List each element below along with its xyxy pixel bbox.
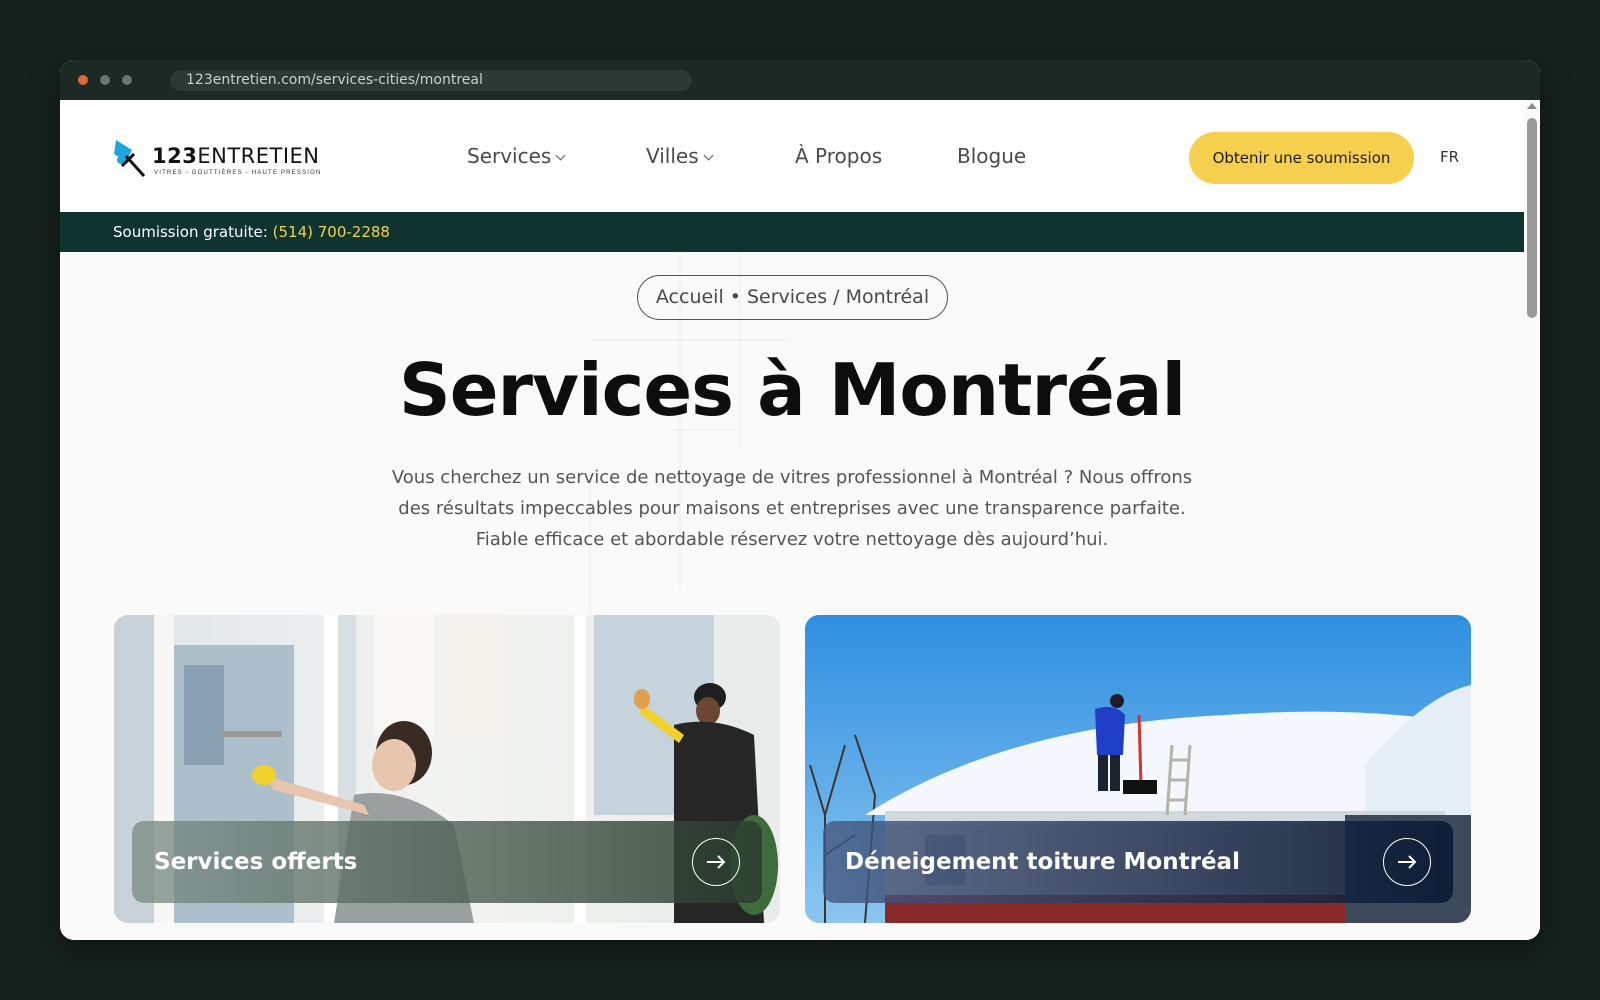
card-caption-bar: Services offerts [132, 821, 762, 903]
page-viewport: 123ENTRETIEN VITRES - GOUTTIÈRES - HAUTE… [60, 100, 1540, 940]
arrow-right-icon [707, 855, 726, 869]
nav-services[interactable]: Services [467, 144, 566, 168]
free-quote-label: Soumission gratuite: [113, 223, 268, 241]
free-quote-bar: Soumission gratuite: (514) 700-2288 [60, 212, 1524, 252]
site-header: 123ENTRETIEN VITRES - GOUTTIÈRES - HAUTE… [60, 100, 1524, 212]
card-arrow-button[interactable] [1383, 838, 1431, 886]
chevron-down-icon [555, 150, 566, 161]
address-bar[interactable]: 123entretien.com/services-cities/montrea… [170, 70, 692, 91]
card-deneigement-toiture[interactable]: Déneigement toiture Montréal [805, 615, 1471, 923]
site-logo[interactable]: 123ENTRETIEN VITRES - GOUTTIÈRES - HAUTE… [112, 138, 320, 182]
card-services-offerts[interactable]: Services offerts [114, 615, 780, 923]
scroll-up-arrow-icon[interactable] [1527, 103, 1537, 109]
minimize-window-button[interactable] [100, 75, 110, 85]
card-caption-bar: Déneigement toiture Montréal [823, 821, 1453, 903]
breadcrumb-services[interactable]: Services [747, 286, 827, 308]
breadcrumb: Accueil • Services / Montréal [637, 275, 948, 320]
logo-tagline: VITRES - GOUTTIÈRES - HAUTE PRESSION [154, 170, 322, 176]
scroll-thumb[interactable] [1527, 118, 1537, 318]
squeegee-logo-icon [114, 140, 146, 178]
maximize-window-button[interactable] [122, 75, 132, 85]
close-window-button[interactable] [78, 75, 88, 85]
nav-blogue[interactable]: Blogue [957, 144, 1026, 168]
nav-villes[interactable]: Villes [646, 144, 714, 168]
breadcrumb-slash: / [833, 286, 840, 308]
breadcrumb-home[interactable]: Accueil [656, 286, 724, 308]
browser-window: 123entretien.com/services-cities/montrea… [60, 60, 1540, 940]
page-title: Services à Montréal [398, 348, 1186, 432]
nav-a-propos[interactable]: À Propos [795, 144, 882, 168]
language-switch[interactable]: FR [1440, 148, 1459, 166]
page-description: Vous cherchez un service de nettoyage de… [391, 467, 1193, 550]
breadcrumb-current: Montréal [845, 286, 930, 308]
arrow-right-icon [1398, 855, 1417, 869]
bullet-separator-icon: • [729, 286, 741, 308]
nav-villes-label: Villes [646, 144, 699, 168]
phone-link[interactable]: (514) 700-2288 [273, 223, 390, 241]
browser-chrome: 123entretien.com/services-cities/montrea… [60, 60, 1540, 100]
get-quote-button[interactable]: Obtenir une soumission [1189, 132, 1414, 184]
nav-services-label: Services [467, 144, 552, 168]
card-arrow-button[interactable] [692, 838, 740, 886]
logo-wordmark: 123ENTRETIEN [152, 144, 320, 168]
vertical-scrollbar[interactable] [1524, 100, 1540, 940]
chevron-down-icon [703, 150, 714, 161]
card-title: Déneigement toiture Montréal [845, 849, 1240, 875]
card-title: Services offerts [154, 849, 358, 875]
